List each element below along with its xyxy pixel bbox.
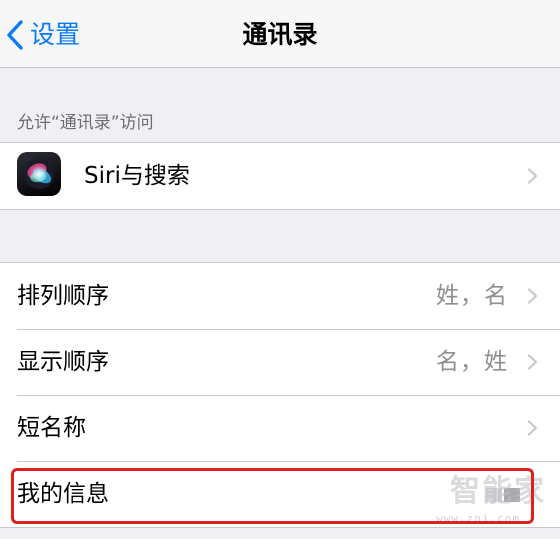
section-header-access: 允许“通讯录”访问 [17, 113, 154, 133]
chevron-right-icon [527, 288, 538, 304]
page-title: 通讯录 [242, 20, 318, 49]
display-order-label: 显示顺序 [17, 349, 109, 375]
watermark-logo: 智能家 [450, 474, 546, 509]
chevron-right-icon [527, 354, 538, 370]
short-name-row[interactable]: 短名称 [0, 395, 560, 461]
siri-search-label: Siri与搜索 [84, 163, 190, 189]
chevron-right-icon [527, 168, 538, 184]
access-group: Siri与搜索 [0, 142, 560, 210]
sort-order-label: 排列顺序 [17, 283, 109, 309]
display-order-value: 名，姓 [436, 349, 508, 375]
siri-search-row[interactable]: Siri与搜索 [0, 143, 560, 209]
chevron-right-icon [527, 420, 538, 436]
short-name-label: 短名称 [17, 415, 86, 441]
navigation-bar: 设置 通讯录 [0, 0, 560, 68]
display-order-row[interactable]: 显示顺序 名，姓 [0, 329, 560, 395]
siri-icon [17, 152, 61, 196]
sort-order-row[interactable]: 排列顺序 姓，名 [0, 263, 560, 329]
watermark-url: www.znj.com [436, 512, 520, 525]
sort-order-value: 姓，名 [436, 283, 508, 309]
my-info-label: 我的信息 [17, 481, 109, 507]
